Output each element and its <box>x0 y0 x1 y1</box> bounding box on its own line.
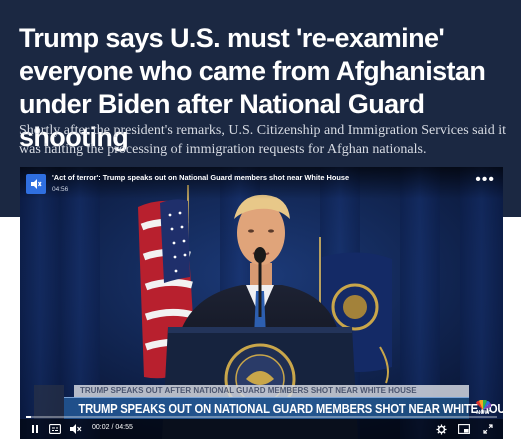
picture-in-picture-icon <box>458 424 470 434</box>
lower-third-upper-strip: TRUMP SPEAKS OUT AFTER NATIONAL GUARD ME… <box>74 385 469 397</box>
more-options-icon[interactable]: ••• <box>475 172 495 188</box>
picture-in-picture-button[interactable] <box>456 422 472 436</box>
gear-icon <box>435 423 447 435</box>
video-title[interactable]: 'Act of terror': Trump speaks out on Nat… <box>52 173 349 182</box>
news-lower-third: TRUMP SPEAKS OUT AFTER NATIONAL GUARD ME… <box>34 385 503 419</box>
player-controls: 00:02 / 04:55 <box>20 419 503 439</box>
current-time: 00:02 <box>92 424 110 431</box>
lower-third-upper-text: TRUMP SPEAKS OUT AFTER NATIONAL GUARD ME… <box>80 386 417 395</box>
progress-fill <box>26 416 31 418</box>
settings-button[interactable] <box>434 422 448 436</box>
fullscreen-icon <box>483 424 493 434</box>
lower-third-left-block <box>34 385 64 419</box>
fullscreen-button[interactable] <box>480 422 496 436</box>
pause-icon <box>32 425 38 433</box>
mute-button[interactable] <box>26 174 46 194</box>
video-duration: 04:56 <box>52 186 69 193</box>
playback-time: 00:02 / 04:55 <box>92 424 133 431</box>
captions-icon <box>49 424 61 434</box>
video-player[interactable]: 'Act of terror': Trump speaks out on Nat… <box>20 167 503 439</box>
article-dek: Shortly after the president's remarks, U… <box>19 123 506 157</box>
player-top-bar: 'Act of terror': Trump speaks out on Nat… <box>20 167 503 199</box>
time-separator: / <box>111 424 114 431</box>
muted-speaker-icon <box>70 424 82 434</box>
progress-bar[interactable] <box>26 416 497 418</box>
total-time: 04:55 <box>115 424 133 431</box>
pause-button[interactable] <box>28 422 42 436</box>
peacock-icon <box>476 400 491 410</box>
volume-button[interactable] <box>68 422 84 436</box>
captions-button[interactable] <box>48 422 62 436</box>
speaker-icon <box>31 179 42 189</box>
